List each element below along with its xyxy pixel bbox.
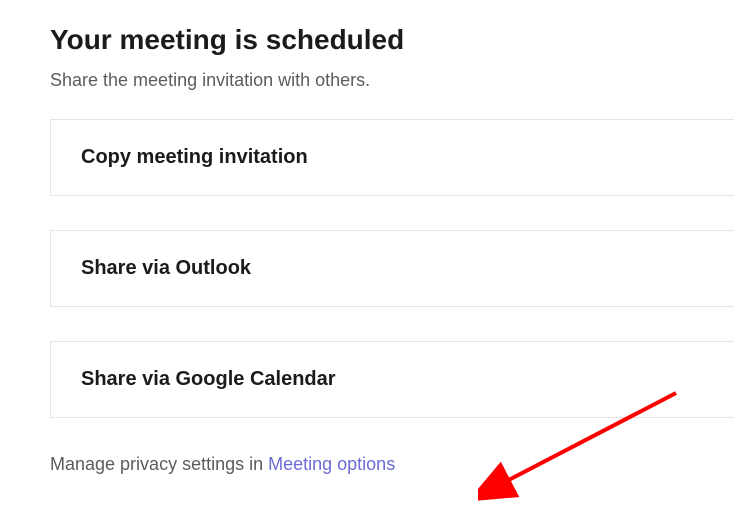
share-google-label: Share via Google Calendar bbox=[81, 368, 336, 390]
copy-invitation-button[interactable]: Copy meeting invitation bbox=[50, 119, 734, 196]
page-title: Your meeting is scheduled bbox=[50, 24, 736, 56]
share-outlook-label: Share via Outlook bbox=[81, 257, 251, 279]
share-outlook-button[interactable]: Share via Outlook bbox=[50, 230, 734, 307]
page-subtitle: Share the meeting invitation with others… bbox=[50, 70, 736, 91]
meeting-options-link[interactable]: Meeting options bbox=[268, 454, 395, 474]
privacy-footer: Manage privacy settings in Meeting optio… bbox=[50, 454, 736, 475]
share-google-button[interactable]: Share via Google Calendar bbox=[50, 341, 734, 418]
copy-invitation-label: Copy meeting invitation bbox=[81, 146, 308, 168]
privacy-prefix: Manage privacy settings in bbox=[50, 454, 268, 474]
